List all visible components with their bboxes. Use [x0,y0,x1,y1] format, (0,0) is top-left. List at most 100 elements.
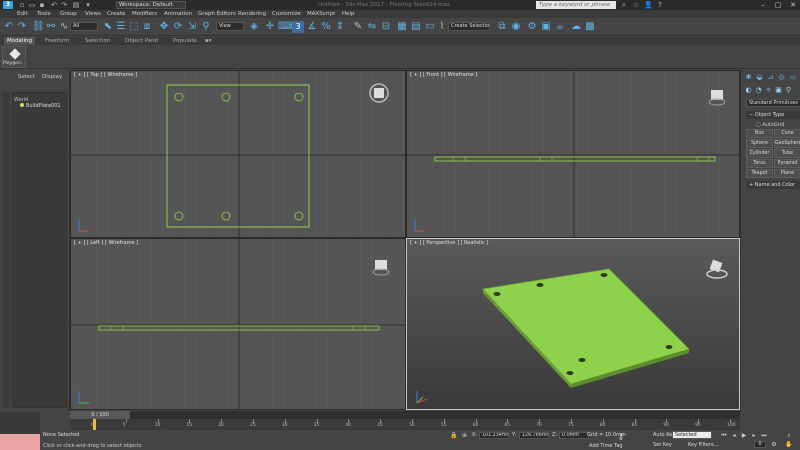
ribbon-options-icon[interactable]: ▪▾ [202,37,215,45]
absolute-mode-icon[interactable]: ⊕ [462,432,467,439]
link-icon[interactable]: ⛓ [32,21,45,33]
toggle-layer-explorer-icon[interactable]: ▤ [410,21,422,33]
go-to-end-icon[interactable]: ⏭ [760,432,768,439]
render-in-cloud-icon[interactable]: ☁ [570,21,582,33]
a360-gallery-icon[interactable]: ▩ [584,21,596,33]
track-bar[interactable]: 0510152025303540455055606570758085909510… [70,419,740,430]
menu-views[interactable]: Views [85,10,101,18]
render-setup-icon[interactable]: ⚙ [526,21,538,33]
primitives-dropdown[interactable]: Standard Primitives [746,99,800,107]
cylinder-button[interactable]: Cylinder [746,149,773,158]
menu-graph-editors[interactable]: Graph Editors [198,10,236,18]
viewport-top[interactable]: [ + ] [ Top ] [ Wireframe ] [70,70,406,238]
display-panel-icon[interactable]: ▭ [788,73,797,82]
pan-view-icon[interactable]: ✋ [785,441,793,448]
viewcube-icon[interactable] [371,257,391,277]
tab-freeform[interactable]: Freeform [42,37,73,45]
select-and-place-icon[interactable]: ⚲ [200,21,212,33]
user-icon[interactable]: 👤 [644,1,653,9]
schematic-view-icon[interactable]: ⧉ [496,21,508,33]
zoom-icon[interactable]: ⌕ [785,432,793,439]
pivot-center-icon[interactable]: ◈ [248,21,260,33]
window-crossing-icon[interactable]: ⧈ [141,21,153,33]
tab-modeling[interactable]: Modeling [4,37,36,45]
time-slider-thumb[interactable]: 0 / 100 [70,411,130,419]
z-coordinate-field[interactable]: 0.0mm [559,432,589,439]
maxscript-listener[interactable] [0,412,40,450]
angle-snap-icon[interactable]: ∡ [306,21,318,33]
select-manipulate-icon[interactable]: ✛ [264,21,276,33]
maxscript-mini-listener[interactable] [0,434,40,450]
key-mode-dropdown[interactable]: Selected [672,431,712,439]
create-selection-set-dropdown[interactable]: Create Selection Se [448,22,490,31]
viewport-perspective[interactable]: [ + ] [ Perspective ] [ Realistic ] [406,238,740,410]
select-object-icon[interactable]: ⬉ [102,21,114,33]
geometry-icon[interactable]: ◐ [744,86,753,95]
x-coordinate-field[interactable]: 101.234mm [479,432,509,439]
set-key-button[interactable]: Set Key [653,442,672,448]
add-time-tag-button[interactable]: Add Time Tag [589,443,623,449]
viewport-label-front[interactable]: [ + ] [ Front ] [ Wireframe ] [410,72,477,78]
close-icon[interactable]: ✕ [786,0,800,10]
toggle-ribbon-icon[interactable]: ▭ [424,21,436,33]
edit-named-selection-icon[interactable]: ✎ [352,21,364,33]
current-frame-marker[interactable] [93,419,96,430]
rollout-object-type[interactable]: − Object Type [746,111,800,119]
menu-maxscript[interactable]: MAXScript [307,10,335,18]
select-and-scale-icon[interactable]: ⇲ [186,21,198,33]
align-icon[interactable]: ⊟ [380,21,392,33]
menu-modifiers[interactable]: Modifiers [132,10,157,18]
menu-tools[interactable]: Tools [37,10,51,18]
motion-panel-icon[interactable]: ◎ [777,73,786,82]
plane-button[interactable]: Plane [774,169,800,178]
go-to-start-icon[interactable]: ⏮ [720,432,728,439]
search-icon[interactable]: ⌕ [620,1,628,9]
redo-icon[interactable]: ↷ [16,21,28,33]
polygon-modeling-button[interactable]: Polygon... [2,46,26,68]
lock-selection-icon[interactable]: 🔒 [450,432,457,439]
create-panel-icon[interactable]: ✱ [744,73,753,82]
viewcube-icon[interactable] [705,259,728,279]
open-file-icon[interactable]: ▭ [28,1,36,9]
tab-display[interactable]: Display [42,74,62,80]
autogrid-checkbox[interactable]: ▢ AutoGrid [756,122,784,128]
rectangular-selection-icon[interactable]: ⬚ [128,21,140,33]
redo-icon[interactable]: ↷ [60,1,68,9]
viewport-label-perspective[interactable]: [ + ] [ Perspective ] [ Realistic ] [410,240,488,246]
viewcube-icon[interactable] [369,83,389,103]
time-configuration-icon[interactable]: ⚙ [770,441,778,448]
selection-filter-dropdown[interactable]: All [70,22,98,31]
material-editor-icon[interactable]: ◉ [510,21,522,33]
reference-coordinate-dropdown[interactable]: View [216,22,244,31]
snaps-toggle-icon[interactable]: 3 [292,21,304,33]
current-frame-field[interactable]: 0 [754,441,766,448]
tab-selection[interactable]: Selection [82,37,113,45]
tab-object-paint[interactable]: Object Paint [122,37,161,45]
rendered-frame-window-icon[interactable]: ▣ [540,21,552,33]
menu-rendering[interactable]: Rendering [238,10,266,18]
hierarchy-panel-icon[interactable]: ⊿ [766,73,775,82]
play-icon[interactable]: ▶ [740,432,748,439]
mirror-icon[interactable]: ⇋ [366,21,378,33]
sphere-button[interactable]: Sphere [746,139,773,148]
viewport-label-left[interactable]: [ + ] [ Left ] [ Wireframe ] [74,240,138,246]
shapes-icon[interactable]: ◔ [754,86,763,95]
menu-edit[interactable]: Edit [17,10,28,18]
undo-icon[interactable]: ↶ [50,1,58,9]
select-and-rotate-icon[interactable]: ⟳ [172,21,184,33]
previous-frame-icon[interactable]: ◂ [730,432,738,439]
search-input[interactable]: Type a keyword or phrase [536,1,616,9]
bind-space-warp-icon[interactable]: ∿ [58,21,70,33]
modify-panel-icon[interactable]: ◒ [755,73,764,82]
next-frame-icon[interactable]: ▸ [750,432,758,439]
select-by-name-icon[interactable]: ☰ [115,21,127,33]
spinner-snap-icon[interactable]: ⇕ [334,21,346,33]
infocenter-icon[interactable]: ☆ [632,1,640,9]
pyramid-button[interactable]: Pyramid [774,159,800,168]
render-production-icon[interactable]: ☕ [554,21,566,33]
key-icon[interactable]: ⚷ [618,432,630,441]
unlink-icon[interactable]: ⚯ [45,21,57,33]
percent-snap-icon[interactable]: % [320,21,332,33]
viewcube-icon[interactable] [707,87,727,107]
quick-access-dropdown-icon[interactable]: ▾ [84,1,92,9]
